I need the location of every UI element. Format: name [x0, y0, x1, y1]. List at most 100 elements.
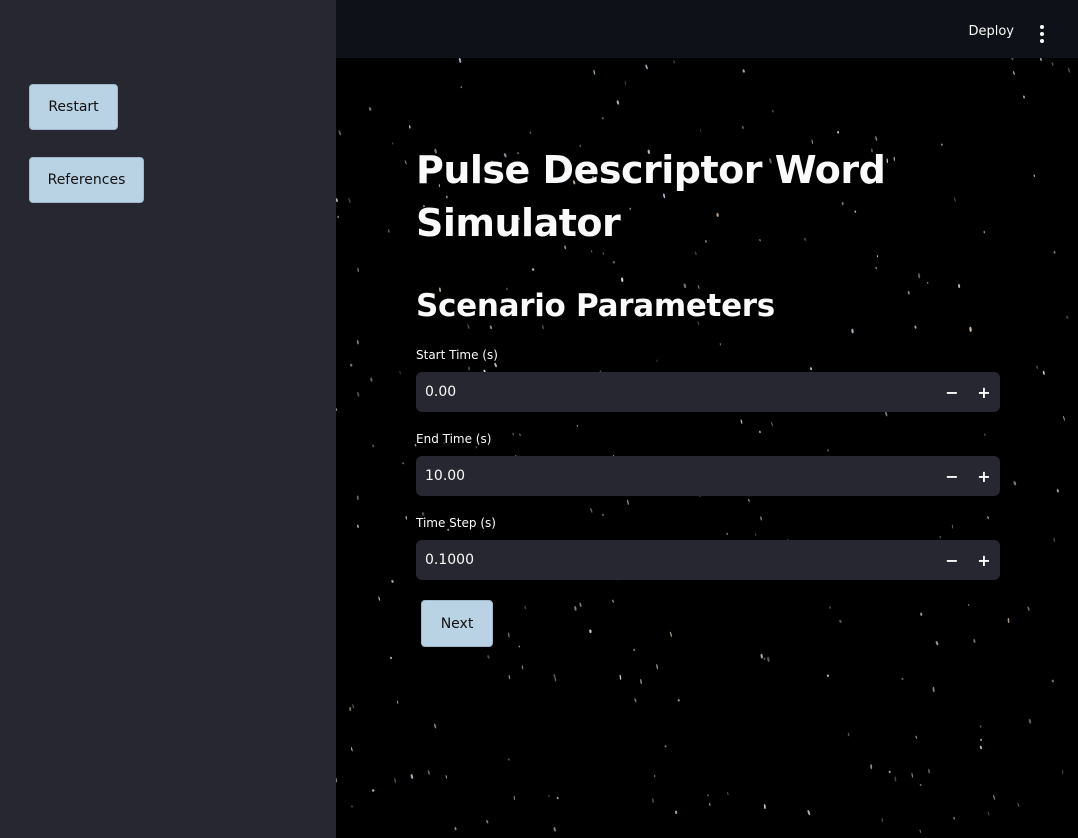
star — [370, 377, 373, 382]
star — [1042, 370, 1045, 375]
star — [612, 599, 614, 603]
star — [390, 656, 393, 660]
time-step-input: 0.1000 − + — [416, 540, 1000, 580]
end-time-input: 10.00 − + — [416, 456, 1000, 496]
star — [669, 631, 672, 637]
star — [602, 513, 604, 517]
star — [1017, 802, 1020, 808]
star — [634, 698, 637, 703]
end-time-label: End Time (s) — [416, 432, 492, 446]
star — [616, 100, 620, 105]
star — [809, 367, 813, 371]
star — [881, 817, 884, 823]
star — [372, 444, 375, 448]
star — [356, 495, 359, 500]
start-time-value[interactable]: 0.00 — [416, 384, 936, 400]
star — [601, 117, 604, 120]
star — [454, 827, 457, 831]
star — [508, 675, 511, 680]
star — [664, 745, 667, 748]
time-step-decrement-button[interactable]: − — [936, 540, 968, 580]
star — [656, 664, 658, 670]
start-time-input: 0.00 − + — [416, 372, 1000, 412]
star — [556, 796, 559, 800]
star — [507, 758, 510, 761]
page-title: Pulse Descriptor Word Simulator — [416, 148, 886, 245]
star — [941, 143, 943, 146]
star — [468, 366, 470, 371]
star — [619, 674, 622, 680]
star — [633, 648, 636, 652]
star — [602, 252, 605, 255]
time-step-value[interactable]: 0.1000 — [416, 552, 936, 568]
star — [1056, 489, 1059, 493]
star — [983, 230, 986, 234]
kebab-dot — [1040, 32, 1044, 36]
time-step-increment-button[interactable]: + — [968, 540, 1000, 580]
star — [579, 602, 582, 608]
star — [1013, 481, 1017, 486]
star — [486, 819, 489, 824]
star — [918, 273, 921, 279]
star — [529, 131, 532, 134]
kebab-menu-icon[interactable] — [1036, 25, 1048, 43]
star — [404, 160, 407, 165]
star — [521, 665, 524, 670]
star — [742, 69, 745, 73]
star — [968, 603, 970, 607]
star — [531, 268, 535, 271]
start-time-increment-button[interactable]: + — [968, 372, 1000, 412]
end-time-increment-button[interactable]: + — [968, 456, 1000, 496]
references-button[interactable]: References — [29, 157, 144, 203]
star — [357, 267, 359, 273]
star — [1051, 679, 1054, 683]
star — [767, 656, 770, 662]
end-time-value[interactable]: 10.00 — [416, 468, 936, 484]
end-time-decrement-button[interactable]: − — [936, 456, 968, 496]
star — [357, 524, 359, 528]
star — [1053, 250, 1056, 254]
next-button[interactable]: Next — [421, 600, 493, 647]
star — [939, 536, 942, 539]
star — [876, 255, 879, 258]
star — [1063, 415, 1065, 421]
star — [837, 131, 840, 134]
star — [807, 809, 811, 816]
star — [969, 326, 972, 332]
star — [351, 805, 353, 808]
star — [624, 80, 627, 86]
star — [627, 499, 629, 505]
star — [1013, 70, 1015, 76]
time-step-label: Time Step (s) — [416, 516, 496, 530]
star — [445, 775, 447, 779]
deploy-button[interactable]: Deploy — [968, 24, 1014, 39]
star — [391, 142, 394, 145]
star — [475, 445, 478, 449]
star — [410, 774, 414, 779]
star — [1067, 67, 1071, 73]
restart-button[interactable]: Restart — [29, 84, 118, 130]
sidebar: Restart References — [0, 0, 336, 838]
star — [888, 770, 891, 773]
star — [907, 290, 910, 295]
star — [576, 424, 578, 427]
star — [553, 827, 556, 832]
star — [674, 810, 678, 815]
star — [356, 339, 359, 345]
start-time-decrement-button[interactable]: − — [936, 372, 968, 412]
star — [980, 738, 982, 742]
star — [707, 794, 710, 797]
star — [351, 747, 353, 752]
star — [875, 266, 877, 270]
star — [927, 768, 931, 774]
star — [590, 507, 593, 513]
star — [1053, 537, 1056, 542]
kebab-dot — [1040, 25, 1044, 29]
star — [336, 777, 338, 783]
star — [651, 797, 654, 804]
star — [372, 789, 375, 792]
star — [349, 363, 353, 367]
star — [1028, 718, 1032, 724]
star — [548, 794, 550, 798]
star — [336, 198, 338, 203]
